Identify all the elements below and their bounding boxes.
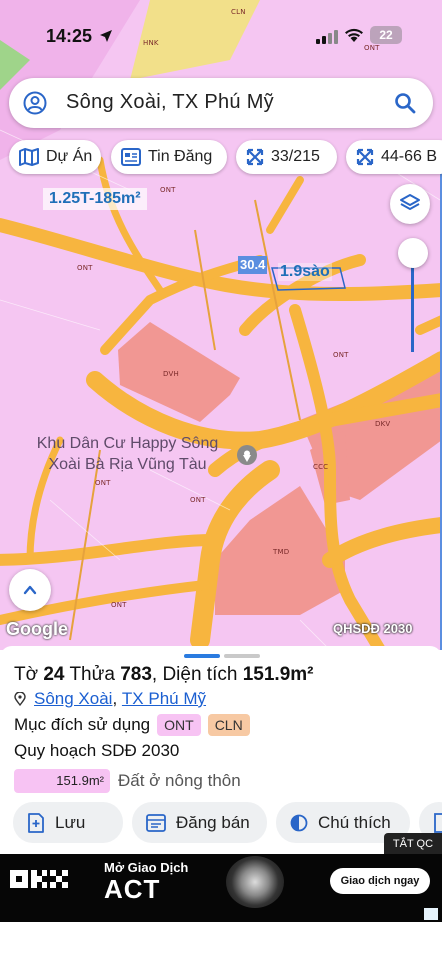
battery-indicator: 22 [370, 26, 402, 44]
zone-label: ONT [333, 351, 349, 359]
zone-label: DVH [163, 370, 179, 378]
opacity-slider-track[interactable] [411, 255, 414, 352]
plan-title: Quy hoạch SDĐ 2030 [14, 741, 180, 760]
thua-value: 783 [120, 664, 152, 685]
ward-link[interactable]: Sông Xoài [34, 689, 112, 709]
layers-icon [400, 194, 420, 210]
save-button[interactable]: Lưu [13, 802, 123, 843]
zone-label: ONT [77, 264, 93, 272]
parcel-area-label[interactable]: 1.9sào [278, 263, 332, 281]
area-label: Diện tích [162, 664, 238, 685]
news-icon [121, 148, 141, 166]
place-name-label[interactable]: Khu Dân Cư Happy Sông Xoài Bà Rịa Vũng T… [20, 433, 235, 475]
adchoices-icon[interactable] [424, 908, 438, 920]
legend-icon [290, 814, 308, 831]
post-for-sale-button[interactable]: Đăng bán [132, 802, 267, 843]
map-icon [19, 148, 39, 166]
zone-label: ONT [111, 601, 127, 609]
search-icon[interactable] [393, 91, 417, 115]
search-input[interactable]: Sông Xoài, TX Phú Mỹ [66, 91, 274, 114]
to-value: 24 [43, 664, 65, 685]
ad-fine-print [8, 906, 428, 919]
plan-description: Đất ở nông thôn [118, 771, 241, 790]
wifi-icon [345, 28, 363, 42]
map-view[interactable]: CLN HNK ONT ONT ONT ONT DVH ONT ONT DKV … [0, 0, 442, 650]
chevron-up-icon [23, 585, 37, 595]
filter-chip-label: 33/215 [271, 148, 320, 165]
parcel-number-label: 30.4 [238, 256, 268, 274]
post-button-label: Đăng bán [176, 812, 250, 832]
status-bar: 14:25 22 [0, 0, 442, 70]
arrows-icon [246, 148, 264, 166]
google-logo: Google [6, 619, 68, 639]
save-button-label: Lưu [55, 812, 86, 832]
plan-area-bar: 151.9m² [14, 769, 110, 793]
land-use-tag[interactable]: ONT [157, 714, 201, 736]
purpose-label: Mục đích sử dụng [14, 715, 151, 734]
hide-ad-button[interactable]: TẮT QC [384, 833, 442, 855]
filter-chip-width[interactable]: 44-66 B [346, 140, 442, 174]
district-link[interactable]: TX Phú Mỹ [122, 689, 206, 709]
legend-button-label: Chú thích [318, 812, 391, 832]
zone-label: CCC [313, 463, 329, 471]
parcel-summary: Tờ 24 Thửa 783, Diện tích 151.9m² [14, 664, 314, 685]
area-value: 151.9m² [242, 664, 314, 685]
ad-cta-button[interactable]: Giao dịch ngay [330, 868, 430, 894]
layer-name-label: QHSDĐ 2030 [333, 621, 413, 636]
cellular-signal-icon [316, 30, 338, 44]
to-label: Tờ [14, 664, 39, 685]
search-bar[interactable]: Sông Xoài, TX Phú Mỹ [9, 78, 433, 128]
sheet-handle[interactable] [184, 654, 220, 658]
zone-label: DKV [375, 420, 391, 428]
arrows-icon [356, 148, 374, 166]
filter-chip-label: Dự Án [46, 148, 93, 165]
parcel-address: Sông Xoài, TX Phú Mỹ [14, 689, 206, 709]
filter-chip-tin-dang[interactable]: Tin Đăng [111, 140, 227, 174]
zone-label: TMD [273, 548, 290, 556]
zone-label: ONT [95, 479, 111, 487]
filter-chip-label: Tin Đăng [148, 148, 213, 165]
expand-sheet-button[interactable] [9, 569, 51, 611]
plan-legend-row: 151.9m² Đất ở nông thôn [14, 769, 241, 793]
ad-token-image [226, 856, 284, 908]
land-use-purpose: Mục đích sử dụng ONT CLN [14, 714, 250, 736]
opacity-slider-knob[interactable] [398, 238, 428, 268]
save-icon [28, 812, 44, 833]
filter-chip-label: 44-66 B [381, 148, 438, 165]
layers-button[interactable] [390, 184, 430, 224]
ad-banner[interactable]: Mở Giao Dịch ACT Giao dịch ngay [0, 854, 442, 922]
location-pin-icon [14, 692, 26, 706]
address-separator: , [112, 689, 118, 708]
listing-price-label[interactable]: 1.25T-185m² [43, 188, 147, 210]
zone-label: ONT [160, 186, 176, 194]
thua-label: Thửa [69, 664, 115, 685]
status-time: 14:25 [46, 26, 93, 46]
zone-label: ONT [190, 496, 206, 504]
filter-chip-du-an[interactable]: Dự Án [9, 140, 101, 174]
ad-headline-big: ACT [104, 874, 161, 904]
user-icon[interactable] [23, 91, 47, 115]
place-pin-icon[interactable] [235, 443, 259, 467]
sheet-handle-secondary[interactable] [224, 654, 260, 658]
ad-headline-small: Mở Giao Dịch [104, 860, 189, 875]
land-use-tag[interactable]: CLN [207, 714, 250, 736]
location-arrow-icon [100, 30, 112, 42]
filter-chip-size[interactable]: 33/215 [236, 140, 337, 174]
post-icon [146, 813, 166, 832]
share-icon [434, 812, 442, 833]
okx-logo [10, 870, 68, 888]
